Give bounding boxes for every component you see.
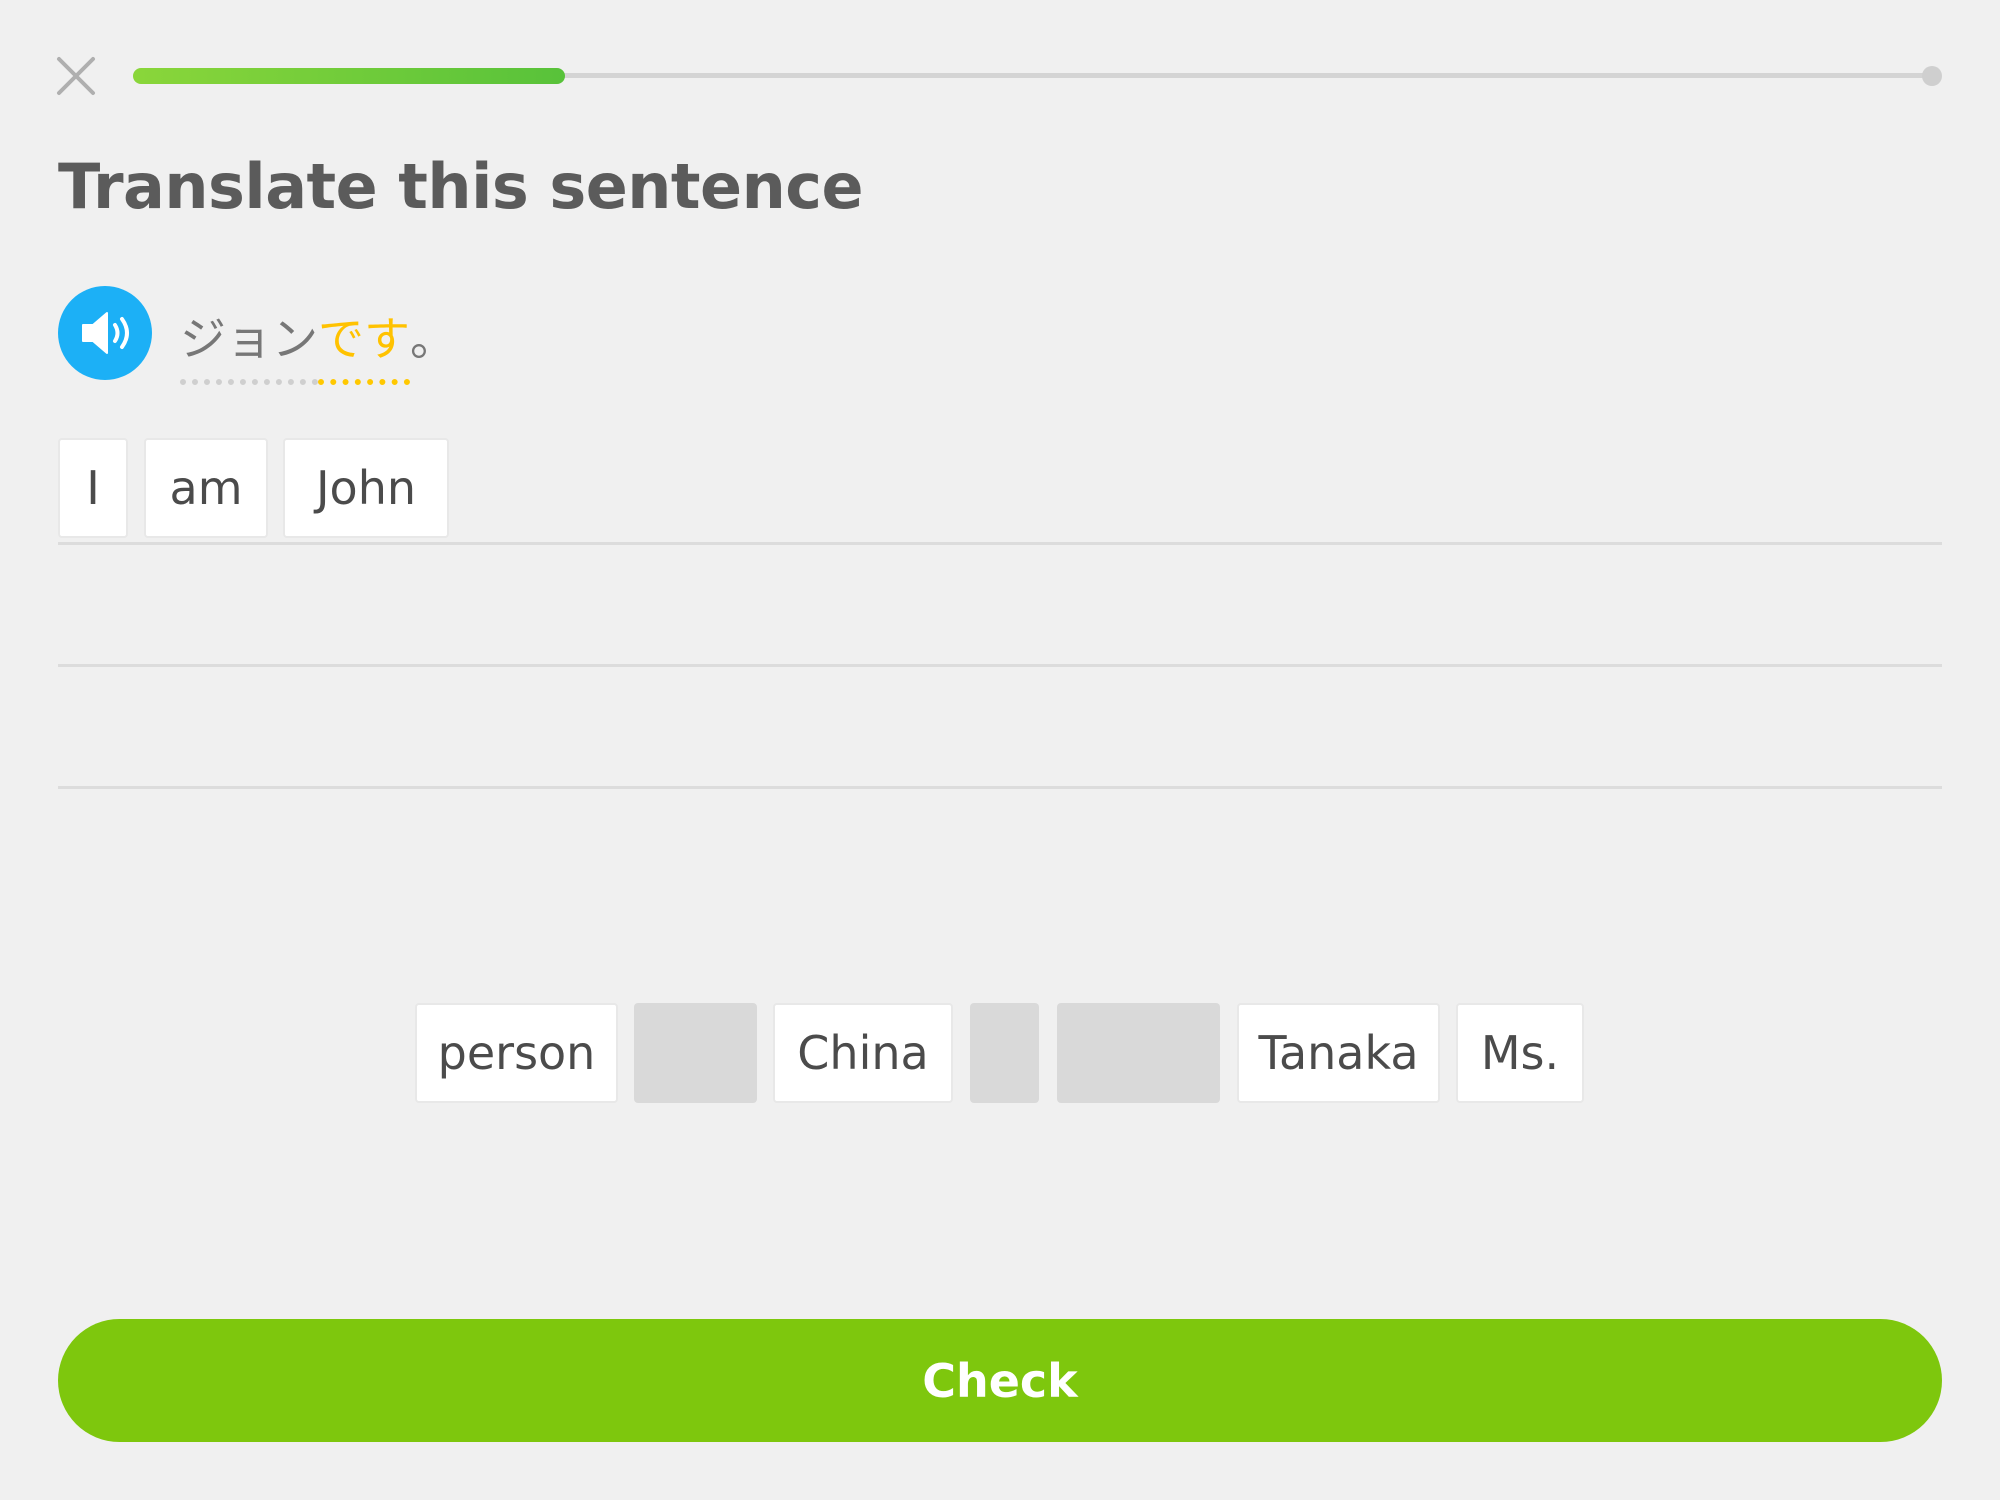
answer-line xyxy=(58,786,1942,789)
word-bank-empty-slot xyxy=(1057,1003,1220,1103)
answer-line xyxy=(58,664,1942,667)
word-bank-chip[interactable]: Ms. xyxy=(1456,1003,1584,1103)
progress-end-dot xyxy=(1922,66,1942,86)
word-bank-chip[interactable]: China xyxy=(773,1003,953,1103)
word-bank-empty-slot xyxy=(634,1003,757,1103)
word-bank-chip[interactable]: Tanaka xyxy=(1237,1003,1440,1103)
progress-fill xyxy=(133,68,565,84)
answer-line xyxy=(58,542,1942,545)
close-icon xyxy=(57,57,95,95)
word-bank-empty-slot xyxy=(970,1003,1039,1103)
prompt-token[interactable]: ジョン xyxy=(180,303,318,385)
page-title: Translate this sentence xyxy=(58,150,864,223)
prompt-sentence: ジョン です 。 xyxy=(180,303,456,385)
answer-word-chip[interactable]: am xyxy=(144,438,268,538)
answer-word-chip[interactable]: John xyxy=(283,438,449,538)
speaker-button[interactable] xyxy=(58,286,152,380)
progress-bar xyxy=(133,66,1942,86)
speaker-icon xyxy=(82,312,129,354)
word-bank-chip[interactable]: person xyxy=(415,1003,618,1103)
close-button[interactable] xyxy=(56,56,96,96)
prompt-punctuation: 。 xyxy=(410,312,456,366)
answer-word-chip[interactable]: I xyxy=(58,438,128,538)
check-button[interactable]: Check xyxy=(58,1319,1942,1442)
prompt-token-highlighted[interactable]: です xyxy=(318,303,410,385)
